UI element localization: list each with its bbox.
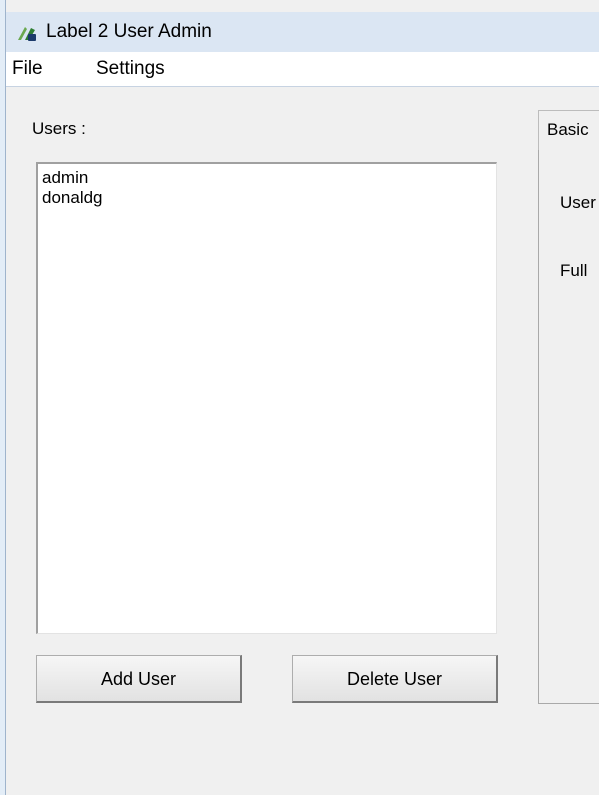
delete-user-button[interactable]: Delete User <box>292 655 498 703</box>
fullname-label: Full <box>560 261 588 280</box>
tab-basic-label: Basic <box>547 120 589 139</box>
add-user-button[interactable]: Add User <box>36 655 242 703</box>
window-frame-left <box>0 0 6 795</box>
menu-settings[interactable]: Settings <box>90 56 171 82</box>
tab-basic[interactable]: Basic <box>538 110 599 150</box>
menu-bar: File Settings <box>6 52 599 86</box>
list-item[interactable]: admin <box>42 168 496 188</box>
users-listbox[interactable]: admin donaldg <box>36 162 497 634</box>
app-icon <box>18 27 36 41</box>
username-label: User <box>560 193 596 212</box>
list-item[interactable]: donaldg <box>42 188 496 208</box>
title-bar[interactable]: Label 2 User Admin <box>6 12 599 52</box>
app-window: Label 2 User Admin File Settings Users :… <box>0 0 599 795</box>
menu-divider <box>6 86 599 87</box>
menu-file[interactable]: File <box>6 56 49 82</box>
users-label: Users : <box>32 119 86 138</box>
window-title: Label 2 User Admin <box>46 21 212 42</box>
